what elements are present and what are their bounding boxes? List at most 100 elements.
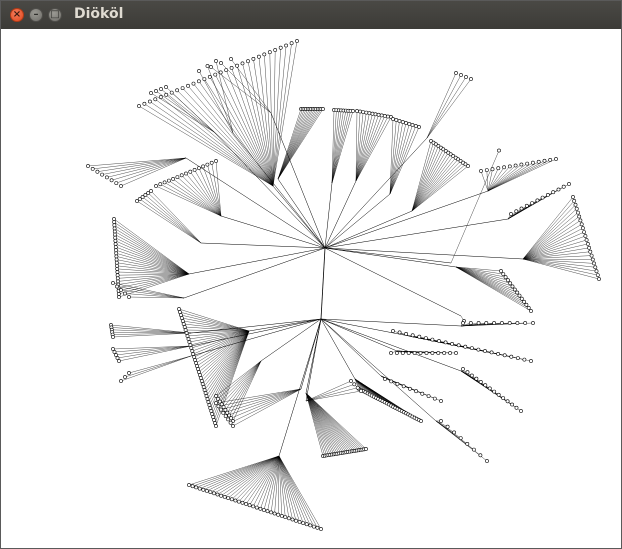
tree-node[interactable] xyxy=(490,167,495,172)
tree-node[interactable] xyxy=(507,321,512,325)
tree-node[interactable] xyxy=(208,490,213,495)
tree-node[interactable] xyxy=(261,508,266,512)
tree-node[interactable] xyxy=(417,334,422,339)
tree-node[interactable] xyxy=(499,321,504,325)
tree-node[interactable] xyxy=(588,249,593,254)
tree-node[interactable] xyxy=(391,117,395,121)
tree-node[interactable] xyxy=(389,351,393,355)
tree-node[interactable] xyxy=(319,527,323,531)
tree-node[interactable] xyxy=(214,159,218,163)
tree-node[interactable] xyxy=(567,182,571,186)
tree-node[interactable] xyxy=(119,184,123,188)
tree-node[interactable] xyxy=(359,389,363,393)
tree-node[interactable] xyxy=(361,110,366,115)
tree-node[interactable] xyxy=(454,351,458,355)
tree-node[interactable] xyxy=(137,104,141,108)
tree-node[interactable] xyxy=(496,166,501,171)
tree-node[interactable] xyxy=(149,91,153,95)
tree-node[interactable] xyxy=(188,169,193,174)
tree-node[interactable] xyxy=(419,419,423,423)
tree-node[interactable] xyxy=(513,163,518,168)
tree-node[interactable] xyxy=(586,241,590,246)
tree-node[interactable] xyxy=(114,260,119,265)
tree-node[interactable] xyxy=(191,81,196,86)
tree-node[interactable] xyxy=(115,284,119,289)
tree-node[interactable] xyxy=(223,414,228,419)
tree-node[interactable] xyxy=(219,61,223,65)
tree-node[interactable] xyxy=(109,178,114,183)
tree-node[interactable] xyxy=(105,175,109,180)
tree-node[interactable] xyxy=(410,123,415,127)
tree-node[interactable] xyxy=(522,299,527,304)
tree-node[interactable] xyxy=(153,97,158,102)
tree-node[interactable] xyxy=(389,379,394,384)
tree-node[interactable] xyxy=(276,512,281,517)
tree-node[interactable] xyxy=(385,114,390,119)
tree-node[interactable] xyxy=(407,386,412,391)
tree-node[interactable] xyxy=(519,296,524,301)
graph-canvas[interactable] xyxy=(1,29,621,548)
tree-node[interactable] xyxy=(395,381,400,386)
tree-node[interactable] xyxy=(439,399,443,403)
tree-node[interactable] xyxy=(229,66,234,70)
tree-node[interactable] xyxy=(272,511,277,516)
tree-node[interactable] xyxy=(229,497,234,502)
tree-node[interactable] xyxy=(113,242,118,246)
tree-node[interactable] xyxy=(207,75,212,79)
tree-node[interactable] xyxy=(589,253,594,258)
tree-node[interactable] xyxy=(507,164,512,169)
tree-node[interactable] xyxy=(147,99,152,104)
tree-node[interactable] xyxy=(432,396,437,401)
tree-node[interactable] xyxy=(397,330,402,335)
tree-node[interactable] xyxy=(505,399,510,404)
tree-node[interactable] xyxy=(468,321,473,325)
tree-node[interactable] xyxy=(154,184,158,188)
tree-node[interactable] xyxy=(351,109,355,113)
tree-node[interactable] xyxy=(251,504,256,509)
tree-node[interactable] xyxy=(201,487,206,492)
tree-node[interactable] xyxy=(418,351,423,355)
tree-node[interactable] xyxy=(456,343,461,348)
tree-node[interactable] xyxy=(367,111,372,116)
tree-node[interactable] xyxy=(417,125,421,129)
tree-node[interactable] xyxy=(179,173,184,178)
tree-node[interactable] xyxy=(115,263,119,268)
tree-node[interactable] xyxy=(461,321,465,325)
tree-node[interactable] xyxy=(273,48,278,52)
tree-node[interactable] xyxy=(115,276,120,281)
tree-node[interactable] xyxy=(315,525,320,530)
tree-node[interactable] xyxy=(278,45,283,50)
tree-node[interactable] xyxy=(115,356,120,360)
tree-node[interactable] xyxy=(164,92,169,97)
tree-node[interactable] xyxy=(240,61,245,66)
tree-node[interactable] xyxy=(501,272,506,277)
tree-node[interactable] xyxy=(592,261,596,266)
tree-node[interactable] xyxy=(169,90,174,95)
tree-node[interactable] xyxy=(561,184,566,189)
tree-node[interactable] xyxy=(279,514,284,518)
tree-node[interactable] xyxy=(420,391,425,396)
tree-node[interactable] xyxy=(113,245,118,250)
tree-node[interactable] xyxy=(117,359,121,363)
tree-node[interactable] xyxy=(214,401,218,405)
tree-node[interactable] xyxy=(262,52,267,57)
tree-node[interactable] xyxy=(404,331,409,336)
tree-node[interactable] xyxy=(469,77,473,81)
tree-node[interactable] xyxy=(115,270,120,274)
tree-node[interactable] xyxy=(516,356,520,361)
tree-node[interactable] xyxy=(202,77,207,82)
tree-node[interactable] xyxy=(458,436,463,441)
tree-node[interactable] xyxy=(509,212,513,216)
tree-node[interactable] xyxy=(450,341,455,346)
tree-node[interactable] xyxy=(424,351,429,355)
tree-node[interactable] xyxy=(535,198,540,203)
tree-node[interactable] xyxy=(231,424,235,428)
tree-node[interactable] xyxy=(594,269,599,274)
tree-node[interactable] xyxy=(551,190,556,195)
tree-node[interactable] xyxy=(112,217,116,221)
tree-node[interactable] xyxy=(265,509,270,514)
tree-node[interactable] xyxy=(355,109,359,113)
tree-node[interactable] xyxy=(445,424,450,429)
tree-node[interactable] xyxy=(111,281,115,285)
tree-node[interactable] xyxy=(514,209,519,214)
